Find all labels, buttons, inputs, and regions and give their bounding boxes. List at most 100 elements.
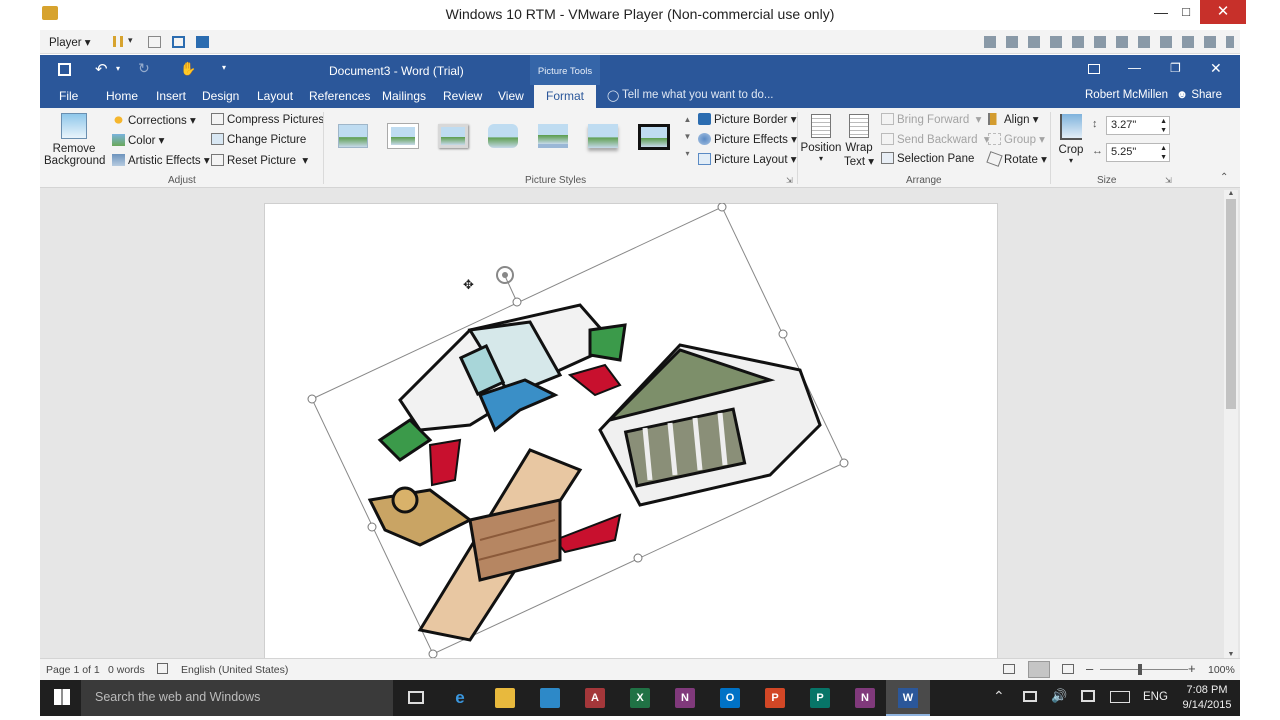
tab-review[interactable]: Review	[443, 89, 482, 103]
dialog-launcher-icon[interactable]: ⇲	[786, 176, 793, 185]
edge-icon[interactable]: e	[450, 688, 470, 708]
tab-view[interactable]: View	[498, 89, 524, 103]
style-thumb[interactable]	[588, 124, 618, 148]
group-button[interactable]: Group ▾	[988, 132, 1045, 146]
size-dialog-launcher-icon[interactable]: ⇲	[1165, 176, 1172, 185]
word-close-button[interactable]: ✕	[1210, 60, 1222, 77]
start-button[interactable]	[54, 689, 70, 705]
task-view-icon[interactable]	[408, 691, 424, 704]
file-explorer-icon[interactable]	[495, 688, 515, 708]
zoom-slider-thumb[interactable]	[1138, 664, 1142, 675]
rotate-button[interactable]: Rotate ▾	[986, 151, 1047, 167]
input-language[interactable]: ENG	[1143, 691, 1168, 703]
style-thumb[interactable]	[538, 124, 568, 148]
player-menu-button[interactable]: Player ▾	[49, 35, 91, 49]
scroll-down-arrow[interactable]: ▼	[1224, 651, 1238, 658]
compress-pictures-button[interactable]: Compress Pictures	[211, 113, 324, 126]
style-thumb[interactable]	[488, 124, 518, 148]
zoom-out-button[interactable]: –	[1086, 661, 1093, 676]
collapse-ribbon-icon[interactable]: ⌃	[1220, 172, 1228, 183]
tab-layout[interactable]: Layout	[257, 89, 293, 103]
excel-icon[interactable]: X	[630, 688, 650, 708]
clipart-picture[interactable]	[264, 203, 884, 663]
touch-mode-icon[interactable]: ✋	[180, 61, 196, 77]
chevron-down-icon[interactable]: ▾	[116, 64, 120, 73]
fullscreen-icon[interactable]	[172, 36, 185, 48]
minimize-button[interactable]: —	[1150, 4, 1172, 24]
redo-icon[interactable]: ↻	[138, 60, 150, 77]
change-picture-button[interactable]: Change Picture	[211, 133, 306, 146]
style-thumb[interactable]	[338, 124, 368, 148]
picture-styles-gallery[interactable]	[330, 112, 680, 168]
scroll-thumb[interactable]	[1226, 199, 1236, 409]
zoom-slider[interactable]	[1100, 669, 1188, 670]
reset-picture-button[interactable]: Reset Picture ▾	[211, 153, 308, 167]
close-button[interactable]: ✕	[1200, 0, 1246, 24]
tab-references[interactable]: References	[309, 89, 370, 103]
keyboard-icon[interactable]	[1110, 691, 1130, 703]
rotate-handle-icon[interactable]	[496, 266, 514, 284]
selection-pane-button[interactable]: Selection Pane	[881, 152, 974, 165]
picture-effects-button[interactable]: Picture Effects ▾	[698, 132, 797, 146]
wrap-text-button[interactable]: Wrap Text ▾	[844, 112, 874, 168]
undo-icon[interactable]: ↶	[95, 60, 108, 78]
maximize-button[interactable]: □	[1175, 4, 1197, 24]
picture-layout-button[interactable]: Picture Layout ▾	[698, 152, 796, 166]
tab-file[interactable]: File	[59, 89, 78, 103]
tab-insert[interactable]: Insert	[156, 89, 186, 103]
unity-icon[interactable]	[196, 36, 209, 48]
color-button[interactable]: Color ▾	[112, 133, 164, 147]
picture-border-button[interactable]: Picture Border ▾	[698, 112, 796, 126]
scroll-up-arrow[interactable]: ▲	[1224, 190, 1238, 197]
word-minimize-button[interactable]: —	[1128, 60, 1141, 75]
style-thumb[interactable]	[438, 124, 468, 148]
device-icons[interactable]	[984, 36, 1234, 48]
share-button[interactable]: ☻ Share	[1176, 89, 1222, 101]
clock[interactable]: 7:08 PM 9/14/2015	[1180, 683, 1234, 713]
remove-background-button[interactable]: Remove Background	[44, 111, 105, 173]
ribbon-display-options-icon[interactable]	[1088, 64, 1100, 74]
proofing-icon[interactable]	[157, 663, 168, 674]
bring-forward-button[interactable]: Bring Forward ▾	[881, 112, 981, 126]
style-thumb[interactable]	[388, 124, 418, 148]
access-icon[interactable]: A	[585, 688, 605, 708]
send-backward-button[interactable]: Send Backward ▾	[881, 132, 990, 146]
shape-width-input[interactable]: 5.25" ▲ ▼	[1106, 143, 1170, 162]
print-layout-icon[interactable]	[1028, 661, 1050, 678]
customize-qat-icon[interactable]: ▾	[222, 63, 226, 72]
web-layout-icon[interactable]	[1062, 664, 1074, 674]
powerpoint-icon[interactable]: P	[765, 688, 785, 708]
network-icon[interactable]	[1023, 691, 1037, 702]
shape-height-input[interactable]: 3.27" ▲ ▼	[1106, 116, 1170, 135]
onenote-2016-icon[interactable]: N	[855, 688, 875, 708]
action-center-icon[interactable]	[1081, 690, 1095, 702]
word-taskbar-button-active[interactable]: W	[886, 680, 930, 716]
vertical-scrollbar[interactable]: ▲ ▼	[1224, 190, 1238, 658]
show-hidden-icons[interactable]: ⌃	[993, 688, 1005, 705]
align-button[interactable]: Align ▾	[988, 112, 1039, 126]
volume-icon[interactable]: 🔊	[1051, 688, 1067, 704]
chevron-down-icon[interactable]: ▾	[128, 35, 133, 46]
publisher-icon[interactable]: P	[810, 688, 830, 708]
language-indicator[interactable]: English (United States)	[181, 664, 288, 676]
store-icon[interactable]	[540, 688, 560, 708]
style-thumb-selected[interactable]	[638, 124, 670, 150]
word-restore-button[interactable]: ❐	[1170, 61, 1181, 75]
page-count[interactable]: Page 1 of 1	[46, 664, 100, 676]
tab-home[interactable]: Home	[106, 89, 138, 103]
save-icon[interactable]	[58, 63, 71, 76]
word-count[interactable]: 0 words	[108, 664, 145, 676]
tab-format[interactable]: Format	[534, 85, 596, 108]
read-mode-icon[interactable]	[1003, 664, 1015, 674]
pause-icon[interactable]	[113, 36, 123, 47]
user-name[interactable]: Robert McMillen	[1085, 89, 1168, 101]
tab-design[interactable]: Design	[202, 89, 239, 103]
onenote-icon[interactable]: N	[675, 688, 695, 708]
position-button[interactable]: Position ▾	[800, 112, 842, 163]
outlook-icon[interactable]: O	[720, 688, 740, 708]
zoom-level[interactable]: 100%	[1208, 664, 1235, 676]
tell-me-box[interactable]: Tell me what you want to do...	[622, 89, 774, 101]
crop-button[interactable]: Crop ▾	[1056, 112, 1086, 165]
cortana-search-box[interactable]: Search the web and Windows	[81, 680, 393, 716]
send-ctrl-alt-del-icon[interactable]	[148, 36, 161, 48]
